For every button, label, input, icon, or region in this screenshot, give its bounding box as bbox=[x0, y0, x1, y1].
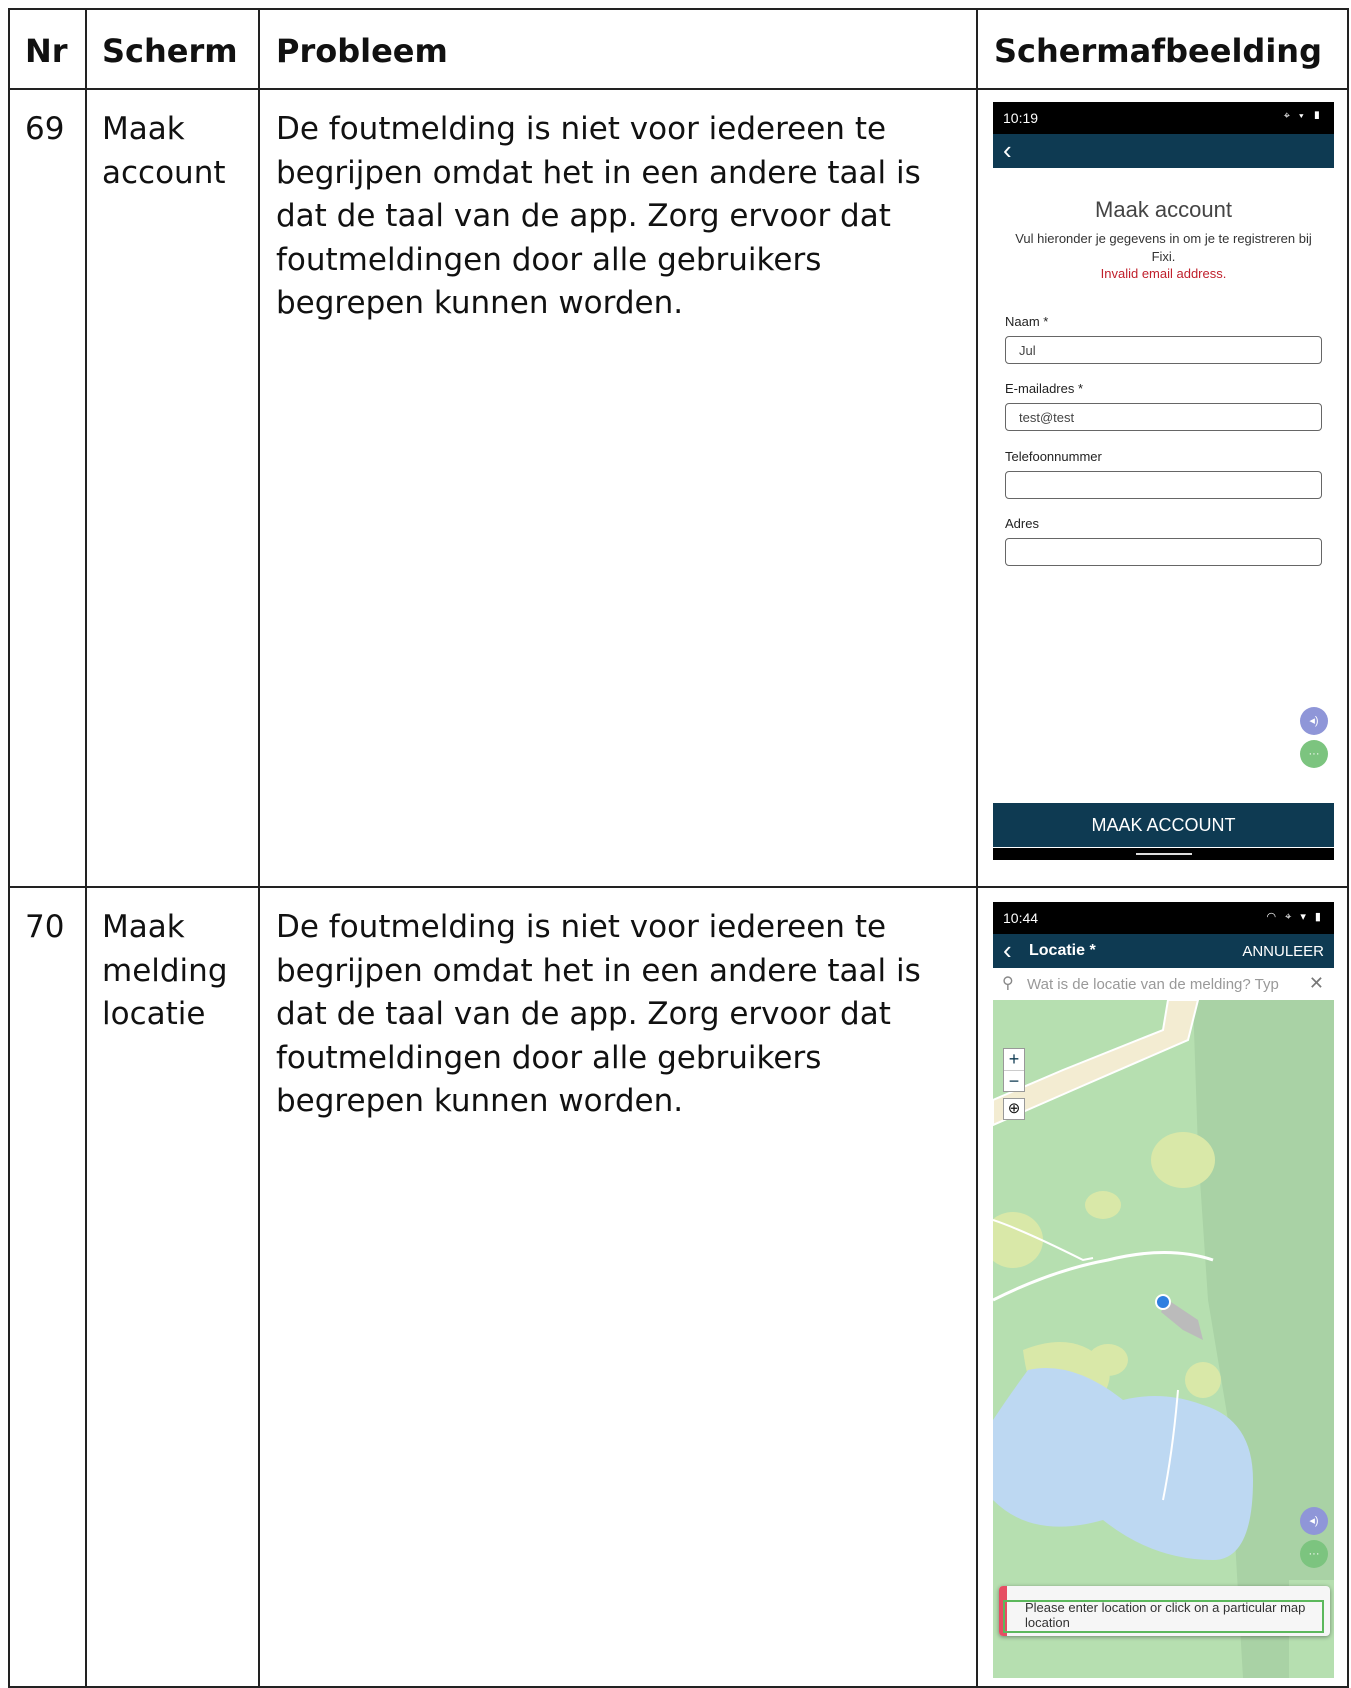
zoom-controls: + − bbox=[1003, 1048, 1025, 1092]
phone-field[interactable] bbox=[1005, 471, 1322, 499]
header-scherm: Scherm bbox=[102, 32, 238, 70]
status-icons: ⌖ ▾ ▮ bbox=[1283, 110, 1324, 122]
header-probleem: Probleem bbox=[276, 32, 448, 70]
address-field[interactable] bbox=[1005, 538, 1322, 566]
screenshot-maak-account: 10:19 ⌖ ▾ ▮ ‹ Maak account Vul hieronder… bbox=[993, 102, 1334, 860]
speaker-icon[interactable]: ◂) bbox=[1300, 707, 1328, 735]
maak-account-button[interactable]: MAAK ACCOUNT bbox=[993, 803, 1334, 847]
row-probleem: De foutmelding is niet voor iedereen te … bbox=[276, 909, 921, 1119]
email-label: E-mailadres * bbox=[1005, 381, 1084, 396]
locate-me-icon[interactable]: ⊕ bbox=[1003, 1098, 1025, 1120]
row-probleem: De foutmelding is niet voor iedereen te … bbox=[276, 111, 921, 321]
phone-label: Telefoonnummer bbox=[1005, 449, 1102, 464]
col-divider bbox=[258, 10, 260, 1686]
col-divider bbox=[976, 10, 978, 1686]
name-field[interactable]: Jul bbox=[1005, 336, 1322, 364]
screenshot-melding-locatie: 10:44 ◠ ⌖ ▾ ▮ ‹ Locatie * ANNULEER ⚲ Wat… bbox=[993, 902, 1334, 1678]
app-header: ‹ Locatie * ANNULEER bbox=[993, 934, 1334, 968]
screen-title: Locatie * bbox=[1029, 942, 1096, 959]
app-header: ‹ bbox=[993, 134, 1334, 168]
location-search[interactable]: ⚲ Wat is de locatie van de melding? Typ … bbox=[993, 968, 1334, 1000]
status-time: 10:44 bbox=[1003, 910, 1039, 926]
address-label: Adres bbox=[1005, 516, 1039, 531]
name-label: Naam * bbox=[1005, 314, 1049, 329]
status-time: 10:19 bbox=[1003, 110, 1039, 126]
home-indicator bbox=[993, 848, 1334, 860]
header-nr: Nr bbox=[25, 32, 68, 70]
form-title: Maak account bbox=[1095, 197, 1232, 222]
header-divider bbox=[10, 88, 1347, 90]
email-field[interactable]: test@test bbox=[1005, 403, 1322, 431]
toast-message: Please enter location or click on a part… bbox=[1025, 1600, 1306, 1630]
error-toast: Please enter location or click on a part… bbox=[999, 1586, 1330, 1636]
search-input[interactable]: Wat is de locatie van de melding? Typ bbox=[1027, 976, 1279, 993]
clear-icon[interactable]: ✕ bbox=[1309, 973, 1324, 994]
map[interactable] bbox=[993, 1000, 1334, 1678]
zoom-out-button[interactable]: − bbox=[1004, 1071, 1024, 1092]
status-icons: ◠ ⌖ ▾ ▮ bbox=[1266, 911, 1324, 923]
speaker-icon[interactable]: ◂) bbox=[1300, 1507, 1328, 1535]
back-icon[interactable]: ‹ bbox=[1003, 937, 1012, 963]
status-bar: 10:19 ⌖ ▾ ▮ bbox=[993, 102, 1334, 134]
row-divider bbox=[10, 886, 1347, 888]
row-nr: 70 bbox=[25, 909, 65, 945]
header-schermafbeelding: Schermafbeelding bbox=[994, 32, 1322, 70]
more-icon[interactable]: ··· bbox=[1300, 740, 1328, 768]
row-scherm: Maak melding locatie bbox=[102, 909, 228, 1032]
more-icon[interactable]: ··· bbox=[1300, 1540, 1328, 1568]
row-scherm: Maak account bbox=[102, 111, 226, 191]
cancel-button[interactable]: ANNULEER bbox=[1242, 943, 1324, 960]
row-nr: 69 bbox=[25, 111, 65, 147]
status-bar: 10:44 ◠ ⌖ ▾ ▮ bbox=[993, 902, 1334, 934]
col-divider bbox=[85, 10, 87, 1686]
search-icon: ⚲ bbox=[1002, 975, 1014, 992]
back-icon[interactable]: ‹ bbox=[1003, 137, 1012, 163]
error-message: Invalid email address. bbox=[1100, 266, 1227, 281]
zoom-in-button[interactable]: + bbox=[1004, 1049, 1024, 1071]
form-subtitle: Vul hieronder je gegevens in om je te re… bbox=[1015, 231, 1312, 264]
